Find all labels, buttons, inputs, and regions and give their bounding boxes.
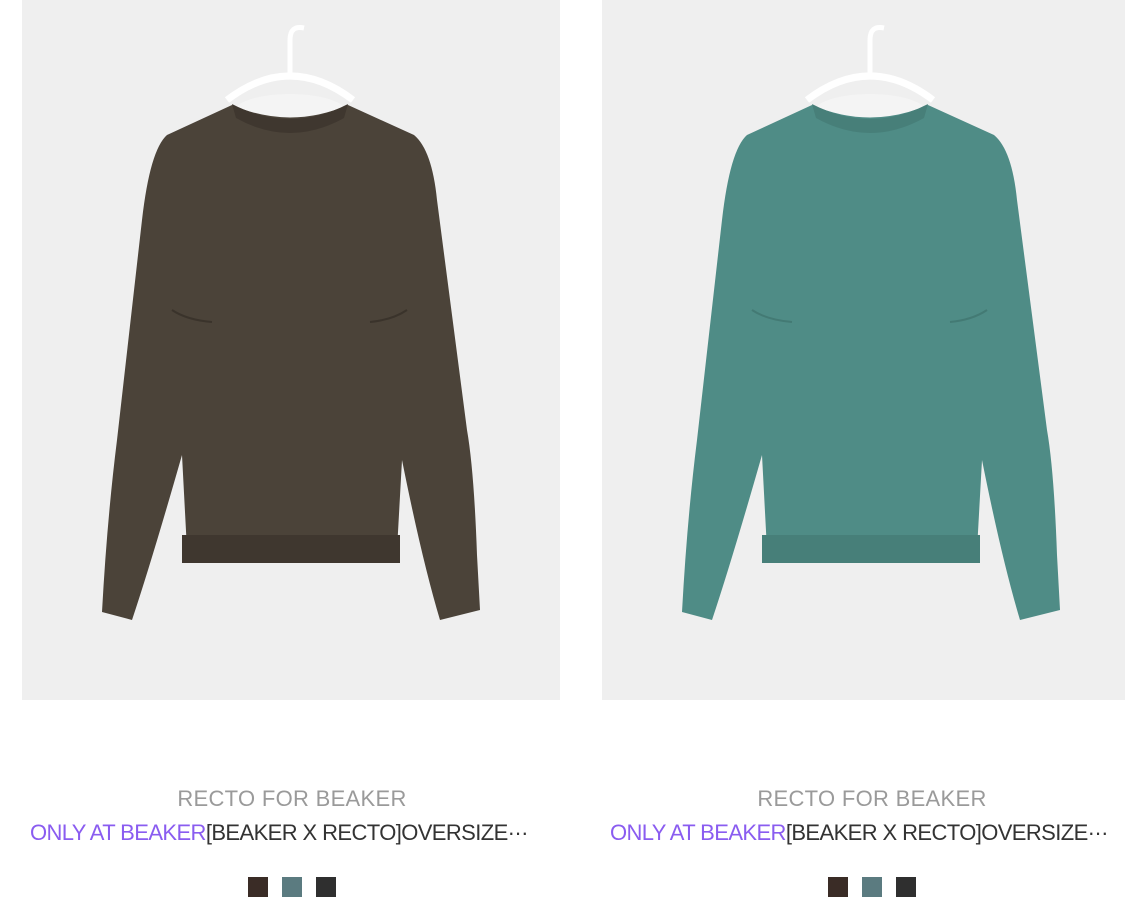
color-swatch[interactable] [828, 877, 848, 897]
color-swatch[interactable] [248, 877, 268, 897]
product-grid: RECTO FOR BEAKER ONLY AT BEAKER[BEAKER X… [0, 0, 1125, 914]
product-card: RECTO FOR BEAKER ONLY AT BEAKER[BEAKER X… [602, 0, 1125, 914]
product-card: RECTO FOR BEAKER ONLY AT BEAKER[BEAKER X… [22, 0, 562, 914]
product-image[interactable] [602, 0, 1125, 700]
product-title[interactable]: ONLY AT BEAKER[BEAKER X RECTO]OVERSIZE··… [610, 820, 1125, 846]
color-swatches [602, 877, 1125, 897]
exclusive-tag: ONLY AT BEAKER [30, 820, 206, 845]
color-swatch[interactable] [282, 877, 302, 897]
color-swatch[interactable] [862, 877, 882, 897]
product-name: [BEAKER X RECTO]OVERSIZE··· [785, 820, 1109, 845]
sweatshirt-image [22, 0, 560, 700]
exclusive-tag: ONLY AT BEAKER [610, 820, 786, 845]
color-swatches [22, 877, 562, 897]
sweatshirt-image [602, 0, 1125, 700]
product-title[interactable]: ONLY AT BEAKER[BEAKER X RECTO]OVERSIZE··… [30, 820, 560, 846]
brand-name: RECTO FOR BEAKER [177, 786, 407, 811]
color-swatch[interactable] [896, 877, 916, 897]
color-swatch[interactable] [316, 877, 336, 897]
product-image[interactable] [22, 0, 560, 700]
product-name: [BEAKER X RECTO]OVERSIZE··· [205, 820, 529, 845]
brand-name: RECTO FOR BEAKER [757, 786, 987, 811]
